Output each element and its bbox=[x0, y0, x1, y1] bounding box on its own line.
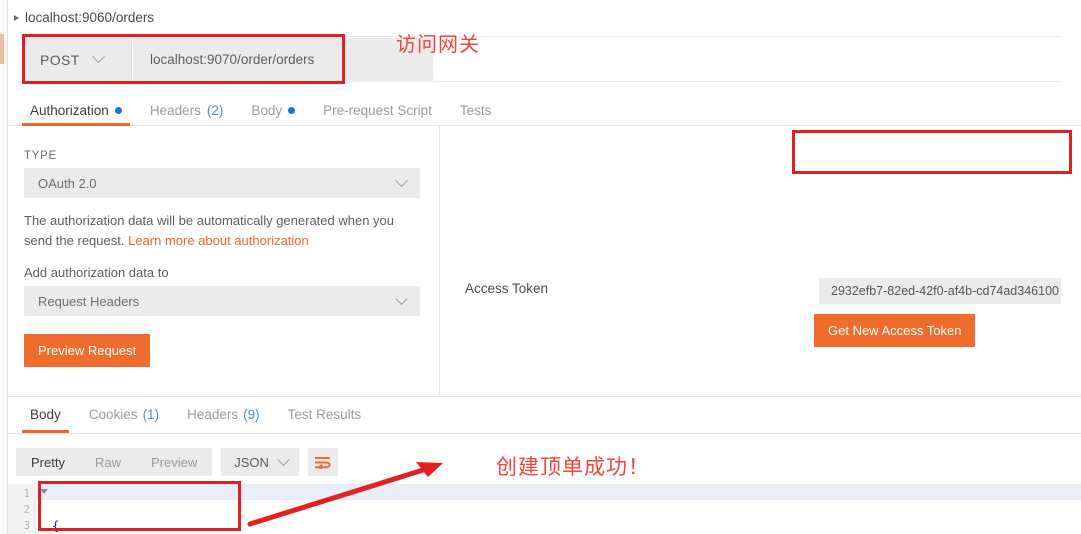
response-tab-headers[interactable]: Headers (9) bbox=[173, 396, 274, 433]
get-new-access-token-button[interactable]: Get New Access Token bbox=[814, 314, 976, 347]
breadcrumb-label: localhost:9060/orders bbox=[25, 10, 155, 25]
tab-tests[interactable]: Tests bbox=[446, 95, 506, 126]
chevron-down-icon bbox=[277, 452, 290, 466]
response-view-toolbar: Pretty Raw Preview JSON bbox=[16, 448, 338, 476]
response-tab-headers-label: Headers bbox=[187, 407, 239, 422]
blue-dot-icon bbox=[114, 107, 122, 114]
word-wrap-icon bbox=[315, 456, 331, 469]
tab-authorization[interactable]: Authorization bbox=[16, 95, 136, 126]
breadcrumb[interactable]: localhost:9060/orders bbox=[14, 10, 154, 25]
code-line-1: { bbox=[52, 518, 196, 534]
response-tab-cookies-label: Cookies bbox=[88, 407, 138, 422]
auth-type-value: OAuth 2.0 bbox=[38, 175, 97, 191]
request-url-bar: POST localhost:9070/order/orders bbox=[22, 36, 1062, 82]
code-text: { "productId": 100 } bbox=[52, 486, 196, 534]
chevron-down-icon bbox=[395, 291, 408, 305]
triangle-down-icon[interactable] bbox=[40, 489, 48, 494]
request-url-input[interactable]: localhost:9070/order/orders bbox=[133, 38, 433, 81]
triangle-right-icon bbox=[14, 14, 19, 21]
sidebar-active-indicator bbox=[0, 34, 4, 64]
annotation-gateway-note: 访问网关 bbox=[396, 32, 480, 56]
view-mode-raw[interactable]: Raw bbox=[80, 448, 136, 476]
access-token-label: Access Token bbox=[465, 281, 549, 296]
chevron-down-icon bbox=[395, 173, 408, 187]
response-format-value: JSON bbox=[234, 454, 269, 470]
tab-pre-request-script-label: Pre-request Script bbox=[323, 103, 432, 118]
tab-headers[interactable]: Headers (2) bbox=[136, 95, 238, 126]
tab-headers-label: Headers bbox=[149, 103, 201, 118]
response-body-code[interactable]: 1 2 3 { "productId": 100 } bbox=[8, 484, 1081, 534]
tab-pre-request-script[interactable]: Pre-request Script bbox=[309, 95, 446, 126]
annotation-success-note: 创建顶单成功！ bbox=[496, 455, 650, 479]
code-line-1-text: { bbox=[52, 519, 60, 533]
access-token-panel: Access Token Get New Access Token bbox=[441, 126, 1081, 395]
postman-window: localhost:9060/orders POST localhost:907… bbox=[0, 0, 1081, 534]
blue-dot-icon bbox=[288, 107, 296, 114]
response-tab-bar: Body Cookies (1) Headers (9) Test Result… bbox=[8, 396, 1081, 434]
view-mode-pretty[interactable]: Pretty bbox=[16, 448, 80, 476]
chevron-down-icon bbox=[91, 50, 105, 64]
response-tab-test-results-label: Test Results bbox=[287, 407, 362, 422]
response-tab-body[interactable]: Body bbox=[16, 396, 75, 433]
auth-helper-text: The authorization data will be automatic… bbox=[24, 211, 424, 251]
view-mode-preview[interactable]: Preview bbox=[136, 448, 212, 476]
response-view-mode-group: Pretty Raw Preview bbox=[16, 448, 213, 476]
line-number: 3 bbox=[23, 520, 30, 532]
tab-body[interactable]: Body bbox=[237, 95, 309, 126]
http-method-label: POST bbox=[40, 51, 80, 68]
tab-authorization-label: Authorization bbox=[30, 103, 109, 118]
authorization-settings-panel: TYPE OAuth 2.0 The authorization data wi… bbox=[8, 126, 440, 395]
response-tab-cookies[interactable]: Cookies (1) bbox=[75, 396, 173, 433]
add-auth-data-select[interactable]: Request Headers bbox=[24, 286, 420, 316]
add-auth-data-value: Request Headers bbox=[38, 293, 140, 309]
code-line-number-gutter: 1 2 3 bbox=[8, 484, 36, 534]
add-auth-data-label: Add authorization data to bbox=[24, 265, 169, 280]
learn-more-link[interactable]: Learn more about authorization bbox=[128, 233, 309, 248]
request-url-value: localhost:9070/order/orders bbox=[150, 52, 315, 67]
response-tab-body-label: Body bbox=[30, 407, 61, 422]
auth-type-label: TYPE bbox=[24, 150, 57, 162]
http-method-selector[interactable]: POST bbox=[22, 38, 132, 81]
word-wrap-button[interactable] bbox=[307, 448, 338, 476]
request-tab-bar: Authorization Headers (2) Body Pre-reque… bbox=[8, 95, 1081, 126]
response-tab-test-results[interactable]: Test Results bbox=[274, 396, 376, 433]
response-format-select[interactable]: JSON bbox=[221, 448, 299, 476]
line-number: 1 bbox=[23, 488, 30, 500]
line-number: 2 bbox=[23, 504, 30, 516]
preview-request-button[interactable]: Preview Request bbox=[24, 334, 151, 367]
tab-tests-label: Tests bbox=[459, 103, 492, 118]
tab-body-label: Body bbox=[251, 103, 283, 118]
response-tab-cookies-count: (1) bbox=[142, 407, 160, 422]
access-token-input[interactable] bbox=[819, 278, 1061, 304]
response-tab-headers-count: (9) bbox=[243, 407, 260, 422]
left-sidebar-rail bbox=[0, 0, 8, 534]
auth-type-select[interactable]: OAuth 2.0 bbox=[24, 168, 420, 198]
tab-headers-count: (2) bbox=[206, 103, 224, 118]
